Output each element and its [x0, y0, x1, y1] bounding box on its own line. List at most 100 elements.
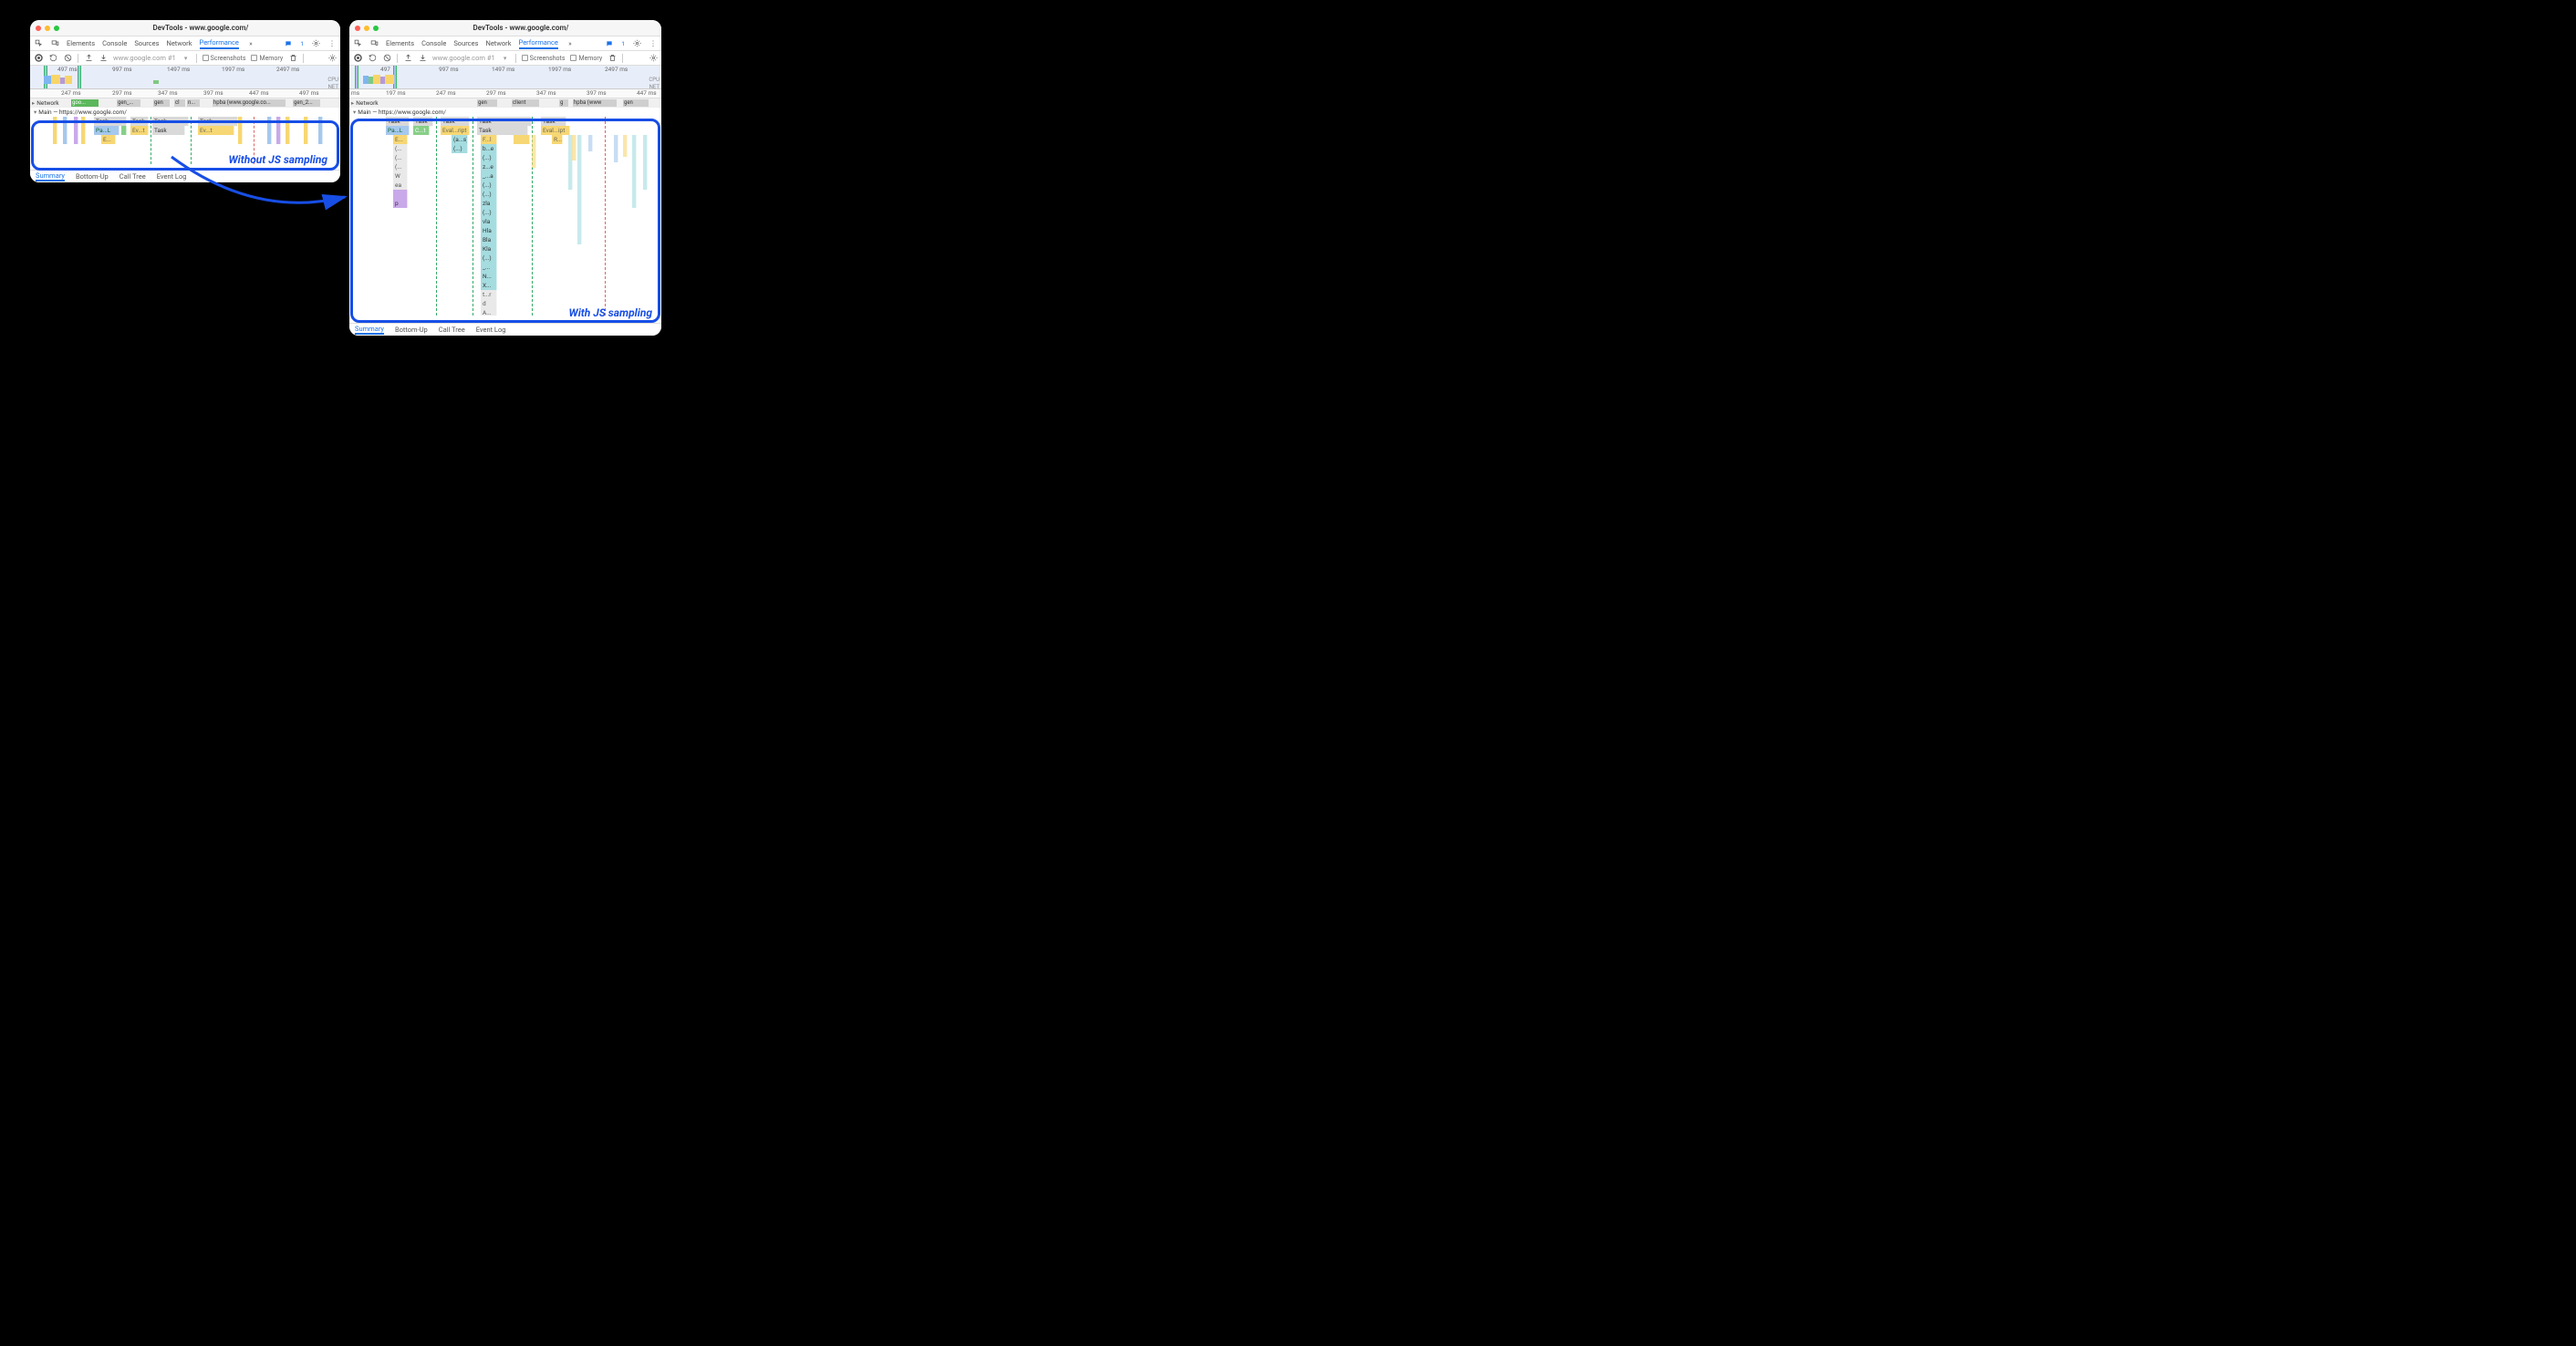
flame-cell[interactable]: (...) [481, 181, 497, 190]
network-bar[interactable]: gen_2... [293, 99, 320, 107]
flame-sliver[interactable] [286, 117, 290, 144]
flame-cell[interactable]: zla [481, 199, 497, 208]
flame-chart[interactable]: TaskTaskTaskTaskTaskPa...LC...tEval...ri… [349, 117, 661, 316]
flame-sliver[interactable] [623, 135, 628, 157]
memory-checkbox[interactable]: Memory [251, 55, 283, 62]
settings-icon[interactable] [632, 39, 641, 48]
flame-cell[interactable]: (...) [481, 190, 497, 199]
flame-cell[interactable]: p [393, 199, 408, 208]
memory-checkbox[interactable]: Memory [570, 55, 602, 62]
overview-timeline[interactable]: 497 ms 997 ms 1497 ms 1997 ms 2497 ms CP… [30, 66, 340, 89]
flame-cell[interactable]: Task [152, 126, 185, 135]
flame-cell[interactable]: (...) [452, 144, 468, 153]
inspect-icon[interactable] [353, 39, 362, 48]
record-icon[interactable] [353, 54, 362, 63]
maximize-icon[interactable] [54, 26, 59, 31]
kebab-menu-icon[interactable]: ⋮ [327, 39, 337, 48]
gc-icon[interactable] [288, 54, 297, 63]
tab-summary[interactable]: Summary [36, 171, 65, 181]
tab-network[interactable]: Network [485, 39, 511, 47]
network-bar[interactable]: hpba (www [573, 99, 617, 107]
flame-cell[interactable]: _...a [481, 171, 497, 181]
device-toggle-icon[interactable] [369, 39, 379, 48]
flame-sliver[interactable] [81, 117, 86, 144]
chevron-down-icon[interactable]: ▾ [182, 54, 191, 63]
download-icon[interactable] [418, 54, 427, 63]
flame-cell[interactable]: (... [393, 144, 408, 153]
flame-sliver[interactable] [53, 117, 57, 144]
tab-summary[interactable]: Summary [355, 325, 384, 335]
network-bar[interactable]: gen [623, 99, 649, 107]
flame-cell[interactable]: Hla [481, 226, 497, 235]
flame-cell[interactable]: E... [393, 135, 408, 144]
flame-sliver[interactable] [238, 117, 243, 144]
time-ruler[interactable]: 247 ms 297 ms 347 ms 397 ms 447 ms 497 m… [30, 89, 340, 98]
flame-cell[interactable]: Eval...ipt [541, 126, 570, 135]
viewport-handle-left[interactable] [355, 66, 358, 88]
flame-cell[interactable]: b...e [481, 144, 497, 153]
flame-cell[interactable]: Ev...t [198, 126, 234, 135]
flame-cell[interactable]: R... [552, 135, 563, 144]
traffic-lights[interactable] [355, 26, 379, 31]
flame-sliver[interactable] [532, 135, 536, 168]
tab-sources[interactable]: Sources [453, 39, 478, 47]
tab-bottom-up[interactable]: Bottom-Up [76, 172, 109, 181]
flame-cell[interactable]: A... [481, 308, 497, 316]
flame-sliver[interactable] [588, 135, 593, 151]
flame-cell[interactable]: Task [477, 126, 528, 135]
settings-icon[interactable] [311, 39, 320, 48]
flame-cell[interactable]: d [481, 299, 497, 308]
reload-icon[interactable] [368, 54, 377, 63]
screenshots-checkbox[interactable]: Screenshots [203, 55, 246, 62]
flame-sliver[interactable] [304, 117, 308, 144]
device-toggle-icon[interactable] [50, 39, 59, 48]
flame-cell[interactable]: (...) [481, 254, 497, 263]
minimize-icon[interactable] [364, 26, 369, 31]
network-bar[interactable]: gen [477, 99, 497, 107]
flame-cell[interactable]: F...l [481, 135, 497, 144]
network-bar[interactable]: gen [153, 99, 170, 107]
flame-cell[interactable]: C...t [413, 126, 430, 135]
main-thread-header[interactable]: ▾ Main — https://www.google.com/ [30, 108, 340, 117]
flame-cell[interactable]: W [393, 171, 408, 181]
tab-console[interactable]: Console [421, 39, 446, 47]
flame-cell[interactable]: vla [481, 217, 497, 226]
traffic-lights[interactable] [36, 26, 59, 31]
flame-cell[interactable]: Task [477, 117, 532, 126]
disclosure-triangle-icon[interactable]: ▸ [351, 99, 354, 107]
flame-sliver[interactable] [318, 117, 323, 144]
tab-console[interactable]: Console [102, 39, 127, 47]
tab-call-tree[interactable]: Call Tree [119, 172, 146, 181]
panel-settings-icon[interactable] [649, 54, 658, 63]
more-tabs-icon[interactable]: » [246, 39, 255, 48]
network-bar[interactable]: cl [174, 99, 185, 107]
network-bar[interactable]: gen_... [117, 99, 140, 107]
gc-icon[interactable] [608, 54, 617, 63]
flame-cell[interactable]: ea [393, 181, 408, 190]
flame-cell[interactable]: Task [441, 117, 470, 126]
network-bar[interactable]: g [559, 99, 568, 107]
flame-cell[interactable]: Task [413, 117, 433, 126]
flame-sliver[interactable] [276, 117, 281, 144]
flame-cell[interactable]: Pa...L [94, 126, 119, 135]
flame-cell[interactable]: Eval...ript [441, 126, 470, 135]
recording-select[interactable]: www.google.com #1 [432, 54, 495, 62]
flame-cell[interactable]: Task [198, 117, 238, 126]
maximize-icon[interactable] [373, 26, 379, 31]
flame-sliver[interactable] [632, 135, 637, 208]
upload-icon[interactable] [403, 54, 412, 63]
more-tabs-icon[interactable]: » [566, 39, 575, 48]
recording-select[interactable]: www.google.com #1 [113, 54, 176, 62]
flame-cell[interactable]: X... [481, 281, 497, 290]
panel-settings-icon[interactable] [327, 54, 337, 63]
main-thread-header[interactable]: ▾ Main — https://www.google.com/ [349, 108, 661, 117]
flame-cell[interactable]: Kla [481, 244, 497, 254]
overview-timeline[interactable]: 497 997 ms 1497 ms 1997 ms 2497 ms CPU N… [349, 66, 661, 89]
flame-cell[interactable]: Ev...t [130, 126, 149, 135]
download-icon[interactable] [99, 54, 108, 63]
time-ruler[interactable]: ms 197 ms 247 ms 297 ms 347 ms 397 ms 44… [349, 89, 661, 98]
network-bar[interactable]: hpba (www.google.co... [213, 99, 286, 107]
flame-sliver[interactable] [267, 117, 272, 144]
flame-cell[interactable]: Task [386, 117, 410, 126]
tab-performance[interactable]: Performance [200, 38, 239, 49]
